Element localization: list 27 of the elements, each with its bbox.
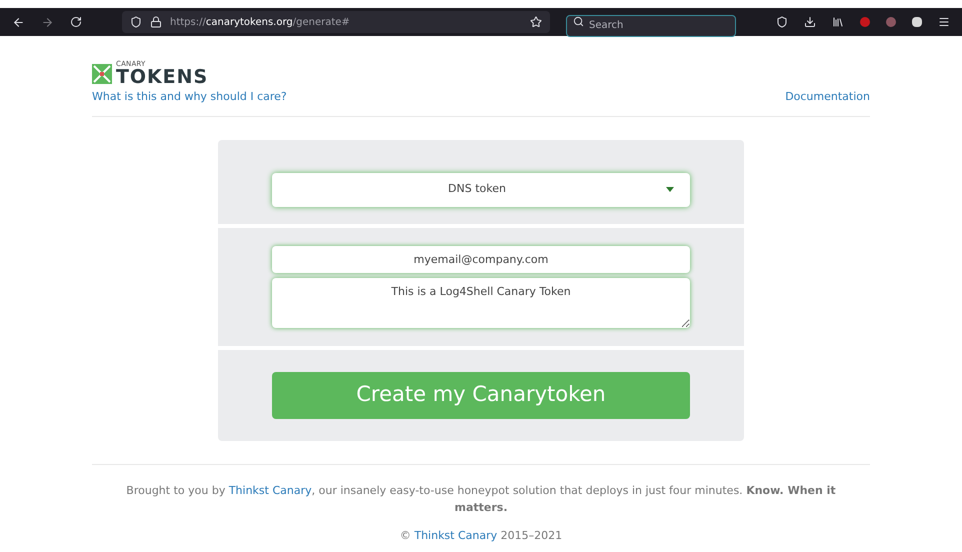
- download-icon[interactable]: [804, 16, 816, 28]
- address-bar[interactable]: https://canarytokens.org/generate#: [122, 11, 550, 33]
- logo-icon: [92, 64, 112, 84]
- search-field[interactable]: Search: [566, 14, 736, 36]
- documentation-link[interactable]: Documentation: [785, 89, 870, 106]
- footer-text: Brought to you by Thinkst Canary, our insanely easy-to-use honeypot solution that deploys in just four minutes. Know. When it matters.: [125, 482, 837, 516]
- forward-icon[interactable]: [41, 16, 54, 28]
- thinkst-link[interactable]: Thinkst Canary: [228, 484, 312, 496]
- create-token-button[interactable]: Create my Canarytoken: [272, 372, 690, 418]
- library-icon[interactable]: [832, 16, 844, 28]
- url-text: https://canarytokens.org/generate#: [170, 16, 350, 30]
- menu-icon[interactable]: [938, 16, 950, 28]
- back-icon[interactable]: [12, 16, 25, 28]
- email-field[interactable]: myemail@company.com: [272, 246, 690, 272]
- token-type-select[interactable]: DNS token: [272, 172, 690, 206]
- dropdown-caret-icon: [666, 187, 674, 192]
- shield-icon: [130, 16, 142, 28]
- reload-icon[interactable]: [70, 16, 82, 28]
- lock-icon: [150, 16, 162, 28]
- extension-icon[interactable]: [912, 17, 922, 27]
- copyright-text: © Thinkst Canary 2015–2021: [398, 528, 564, 544]
- about-link[interactable]: What is this and why should I care?: [92, 89, 287, 106]
- search-icon: [573, 16, 584, 27]
- logo-title: TOKENS: [116, 68, 208, 87]
- thinkst-link[interactable]: Thinkst Canary: [414, 528, 498, 542]
- memo-field[interactable]: This is a Log4Shell Canary Token: [272, 278, 690, 328]
- star-icon[interactable]: [530, 16, 542, 28]
